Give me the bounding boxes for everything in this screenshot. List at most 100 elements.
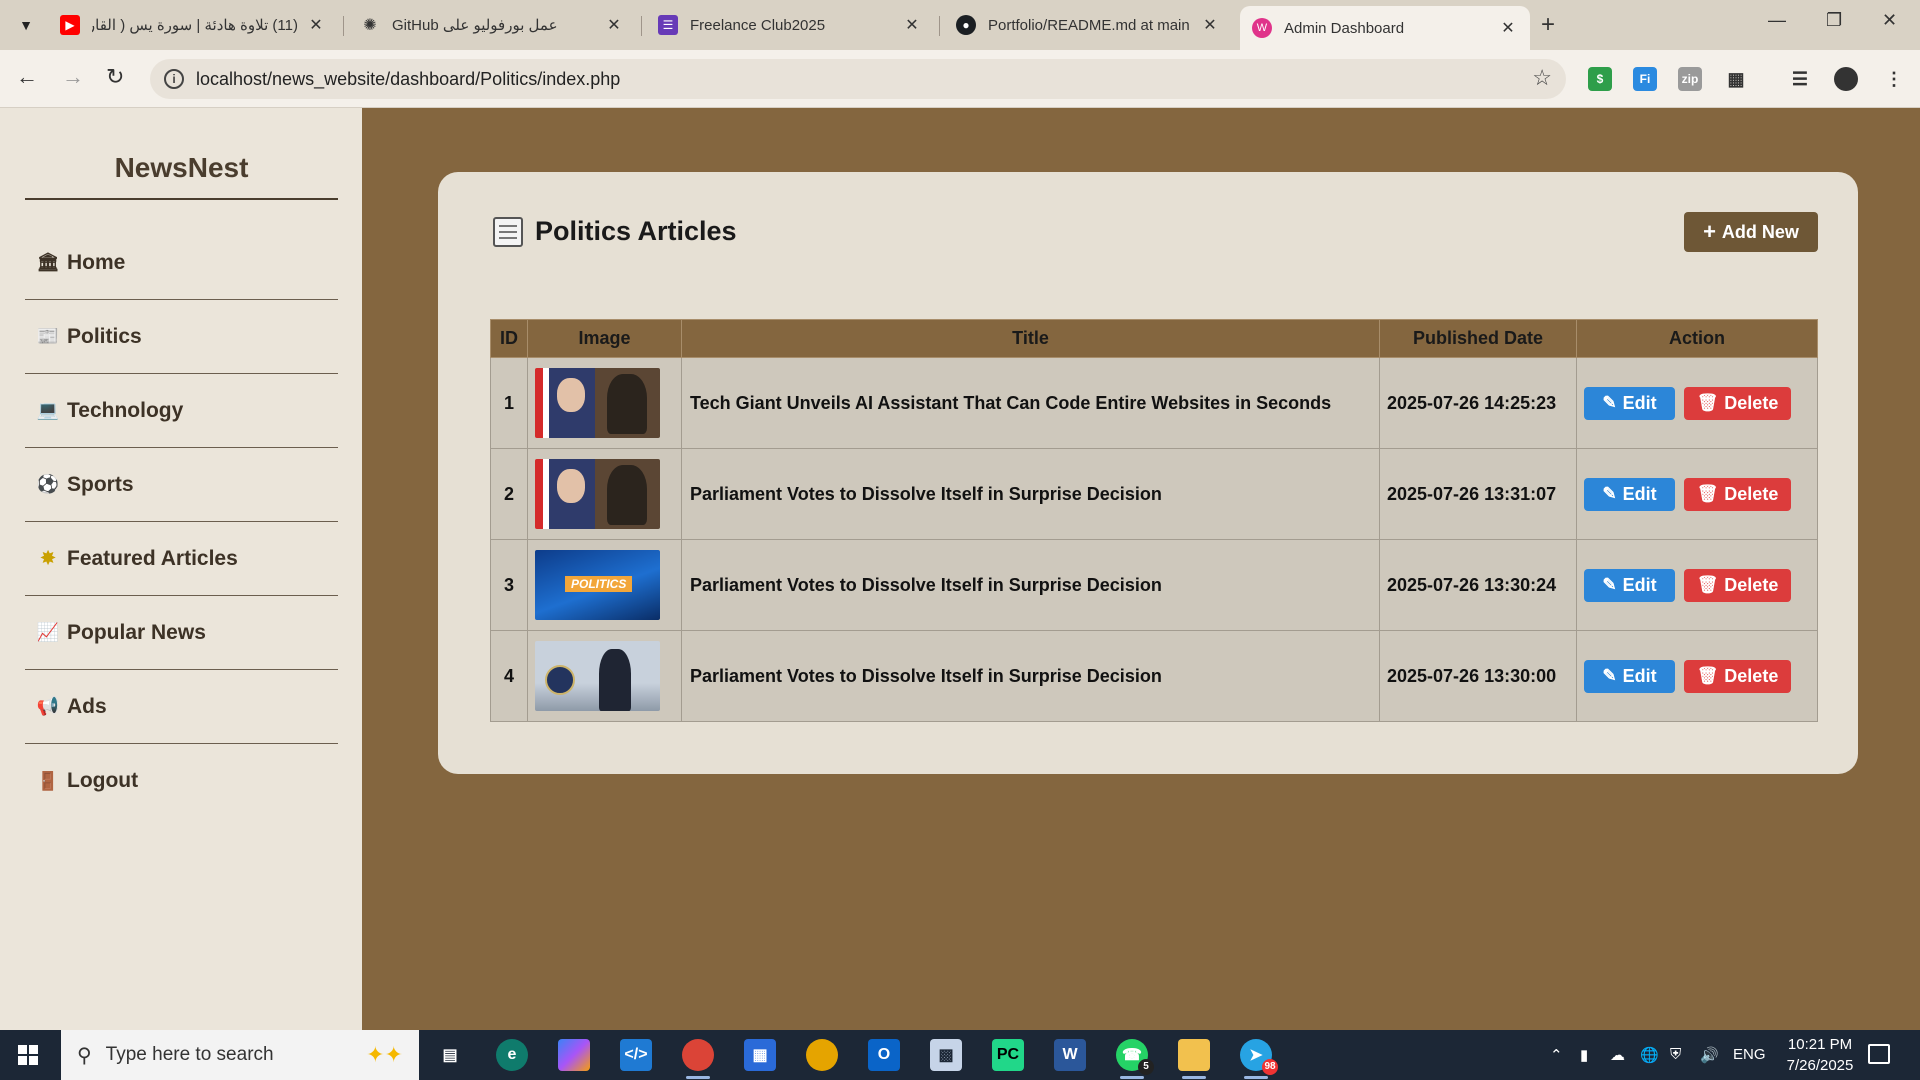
close-icon[interactable]: ✕ <box>1498 18 1518 38</box>
cell-image <box>527 630 682 722</box>
cell-date: 2025-07-26 13:30:24 <box>1379 539 1577 631</box>
close-icon[interactable]: ✕ <box>306 15 326 35</box>
header-date: Published Date <box>1379 319 1577 358</box>
trash-icon: 🗑 <box>1696 666 1719 685</box>
windows-start-icon[interactable] <box>18 1045 38 1065</box>
vscode-icon[interactable]: </> <box>620 1039 652 1071</box>
copilot-icon[interactable] <box>558 1039 590 1071</box>
header-title: Title <box>681 319 1380 358</box>
delete-button[interactable]: 🗑 Delete <box>1684 568 1792 602</box>
sidebar-item-label: Popular News <box>67 620 206 644</box>
task-view-icon[interactable]: ▤ <box>434 1039 466 1071</box>
cell-action: ✎ Edit 🗑 Delete <box>1576 539 1818 631</box>
media-control-icon[interactable]: ☰ <box>1788 67 1812 91</box>
articles-table: ID Image Title Published Date Action 1 T… <box>490 319 1818 722</box>
minimize-icon[interactable]: — <box>1768 10 1786 31</box>
sidebar-item-ads[interactable]: 📢 Ads <box>25 670 338 744</box>
add-new-button[interactable]: + Add New <box>1684 212 1818 252</box>
cell-id: 3 <box>490 539 528 631</box>
delete-button[interactable]: 🗑 Delete <box>1684 659 1792 693</box>
network-globe-icon[interactable]: 🌐 <box>1640 1046 1659 1064</box>
system-clock[interactable]: 10:21 PM 7/26/2025 <box>1770 1034 1870 1076</box>
volume-icon[interactable]: 🔊 <box>1700 1046 1719 1064</box>
search-icon: ⚲ <box>77 1044 92 1067</box>
defender-icon[interactable]: ⛨ <box>1670 1046 1681 1063</box>
trash-icon: 🗑 <box>1696 484 1719 503</box>
file-explorer-icon[interactable] <box>1178 1039 1210 1079</box>
article-thumbnail <box>535 459 660 529</box>
sidebar-item-popular-news[interactable]: 📈 Popular News <box>25 596 338 670</box>
outlook-icon[interactable]: O <box>868 1039 900 1071</box>
tab-youtube[interactable]: ▶ (11) تلاوة هادئة | سورة يس ( القار ✕ <box>48 6 338 44</box>
reload-icon[interactable]: ↻ <box>106 64 124 90</box>
new-tab-plus-icon[interactable]: + <box>1541 11 1555 39</box>
table-row: 3 POLITICS Parliament Votes to Dissolve … <box>490 539 1818 631</box>
sidebar-item-technology[interactable]: 💻 Technology <box>25 374 338 448</box>
delete-button[interactable]: 🗑 Delete <box>1684 386 1792 420</box>
back-arrow-icon[interactable]: ← <box>16 64 38 90</box>
edit-button[interactable]: ✎ Edit <box>1584 659 1675 693</box>
newspaper-icon <box>493 216 523 247</box>
chrome-alt-icon[interactable] <box>806 1039 838 1071</box>
close-icon[interactable]: ✕ <box>1200 15 1220 35</box>
browser-menu-icon[interactable]: ⋮ <box>1882 67 1906 91</box>
edit-button[interactable]: ✎ Edit <box>1584 477 1675 511</box>
newspaper-icon: 📰 <box>36 326 60 346</box>
language-indicator[interactable]: ENG <box>1733 1046 1766 1063</box>
delete-label: Delete <box>1724 574 1779 595</box>
extension-zip-icon[interactable]: zip <box>1678 67 1702 91</box>
restore-icon[interactable]: ❐ <box>1826 10 1842 31</box>
telegram-icon[interactable]: ➤ 98 <box>1240 1039 1278 1079</box>
url-text[interactable]: localhost/news_website/dashboard/Politic… <box>196 69 620 90</box>
extension-dollar-icon[interactable]: $ <box>1588 67 1612 91</box>
add-new-label: Add New <box>1721 221 1799 242</box>
tab-title: Portfolio/README.md at main · <box>988 16 1192 34</box>
tab-freelance-club[interactable]: ☰ Freelance Club2025 ✕ <box>646 6 934 44</box>
tab-admin-dashboard[interactable]: W Admin Dashboard ✕ <box>1240 6 1530 50</box>
site-info-icon[interactable]: i <box>164 69 184 89</box>
microsoft-store-icon[interactable]: ▦ <box>744 1039 776 1071</box>
remote-desktop-icon[interactable]: ▩ <box>930 1039 962 1071</box>
onedrive-icon[interactable]: ☁ <box>1610 1046 1625 1064</box>
megaphone-icon: 📢 <box>36 696 60 716</box>
close-icon[interactable]: ✕ <box>902 15 922 35</box>
word-icon[interactable]: W <box>1054 1039 1086 1071</box>
address-bar[interactable]: i localhost/news_website/dashboard/Polit… <box>150 59 1566 99</box>
profile-avatar-icon[interactable] <box>1834 67 1858 91</box>
sidebar-item-featured-articles[interactable]: ✸ Featured Articles <box>25 522 338 596</box>
edge-icon[interactable]: e <box>496 1039 528 1071</box>
chrome-icon[interactable] <box>682 1039 714 1079</box>
whatsapp-icon[interactable]: ☎ 5 <box>1116 1039 1154 1079</box>
extensions-puzzle-icon[interactable]: ▦ <box>1724 67 1748 91</box>
bookmark-star-icon[interactable]: ☆ <box>1532 65 1552 91</box>
pycharm-icon[interactable]: PC <box>992 1039 1024 1071</box>
battery-icon[interactable]: ▮ <box>1580 1046 1588 1064</box>
tab-separator <box>939 16 940 36</box>
close-icon[interactable]: ✕ <box>604 15 624 35</box>
sidebar-item-politics[interactable]: 📰 Politics <box>25 300 338 374</box>
tab-separator <box>641 16 642 36</box>
article-thumbnail <box>535 641 660 711</box>
sidebar-item-sports[interactable]: ⚽ Sports <box>25 448 338 522</box>
notification-center-icon[interactable] <box>1868 1044 1890 1064</box>
sidebar-item-logout[interactable]: 🚪 Logout <box>25 744 338 818</box>
forward-arrow-icon[interactable]: → <box>62 64 84 90</box>
pencil-icon: ✎ <box>1602 666 1617 685</box>
delete-button[interactable]: 🗑 Delete <box>1684 477 1792 511</box>
taskbar-search[interactable]: ⚲ Type here to search ✦✦ <box>61 1030 419 1080</box>
edit-button[interactable]: ✎ Edit <box>1584 568 1675 602</box>
sidebar-item-home[interactable]: 🏛 Home <box>25 226 338 300</box>
tab-github[interactable]: ● Portfolio/README.md at main · ✕ <box>944 6 1232 44</box>
tab-chatgpt[interactable]: ✺ عمل بورفوليو على GitHub ✕ <box>348 6 636 44</box>
soccer-ball-icon: ⚽ <box>36 474 60 494</box>
forms-icon: ☰ <box>658 15 678 35</box>
chevron-up-icon[interactable]: ⌃ <box>1550 1046 1563 1064</box>
sidebar-item-label: Sports <box>67 472 134 496</box>
table-row: 2 Parliament Votes to Dissolve Itself in… <box>490 448 1818 540</box>
window-close-icon[interactable]: ✕ <box>1882 10 1897 31</box>
tab-search-chevron-icon[interactable]: ▼ <box>10 9 42 41</box>
trash-icon: 🗑 <box>1696 393 1719 412</box>
whatsapp-badge: 5 <box>1138 1059 1154 1075</box>
edit-button[interactable]: ✎ Edit <box>1584 386 1675 420</box>
extension-fi-icon[interactable]: Fi <box>1633 67 1657 91</box>
